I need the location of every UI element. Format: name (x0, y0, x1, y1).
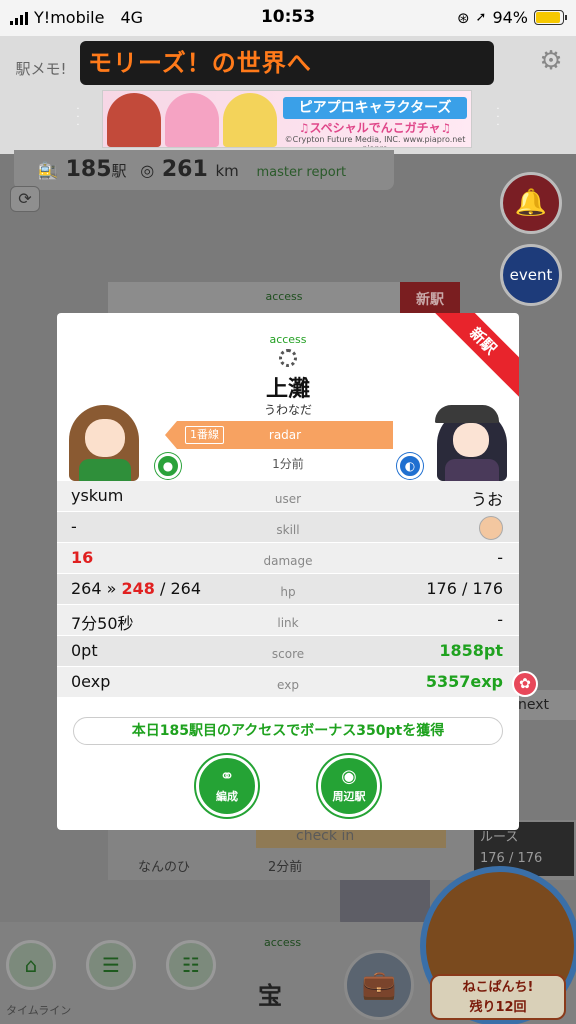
formation-button[interactable]: ⚭ 編成 (196, 755, 258, 817)
exp-right: 5357exp (425, 672, 503, 691)
table-row: - skill (57, 512, 519, 543)
skill-line-bar: 1番線 radar (165, 421, 393, 449)
home-icon[interactable]: ⌂ (6, 940, 56, 990)
nearby-stations-button[interactable]: ◉ 周辺駅 (318, 755, 380, 817)
event-button[interactable]: event (500, 244, 562, 306)
banner-subtitle: ♫スペシャルでんこガチャ♫ (298, 121, 452, 135)
refresh-icon[interactable]: ⟳ (10, 186, 40, 212)
station-name: 上灘 (265, 377, 310, 402)
news-ticker[interactable]: モリーズ！の世界へ (80, 41, 494, 85)
orientation-lock-icon: ⊛ (456, 8, 470, 27)
access-label: access (269, 333, 307, 346)
bg-time-ago: 2分前 (268, 860, 303, 875)
banner-characters (107, 93, 277, 147)
banner-prev-dots[interactable]: · · · (68, 105, 88, 136)
master-report-link[interactable]: master report (256, 165, 346, 180)
cat-punch-label[interactable]: ねこぱんち! 残り12回 (430, 974, 566, 1020)
bell-icon[interactable]: 🔔 (500, 172, 562, 234)
loading-icon (279, 349, 297, 367)
time-ago: 1分前 (272, 457, 304, 471)
banner-next-dots[interactable]: · · · (488, 105, 508, 136)
distance-unit: km (215, 162, 239, 180)
station-unit: 駅 (111, 162, 127, 180)
toolbox-icon[interactable]: 💼 (344, 950, 414, 1020)
train-icon: 🚉 (38, 161, 58, 180)
row-label: link (277, 616, 299, 630)
table-row: 0exp exp 5357exp (57, 667, 519, 698)
app-header: 駅メモ! モリーズ！の世界へ ⚙ · · · ピアプロキャラクターズ ♫スペシャルで… (0, 36, 576, 154)
stats-table: yskum user うお - skill 16 damage - 264 » … (57, 481, 519, 698)
cat-punch-title: ねこぱんち! (462, 980, 534, 995)
table-row: 16 damage - (57, 543, 519, 574)
station-count: 185 (65, 157, 112, 182)
formation-label: 編成 (216, 790, 238, 803)
station-summary[interactable]: 🚉 185駅 ◎ 261 km master report (14, 150, 394, 190)
damage-right: - (497, 548, 503, 567)
battery-percent: 94% (492, 8, 528, 27)
cat-punch-remaining: 残り12回 (469, 1000, 527, 1015)
bg-opponent-hp: 176 / 176 (480, 851, 543, 866)
bottom-access-label: access (264, 936, 302, 949)
bottom-station-name: 宝 (258, 982, 282, 1010)
timeline-label: タイムライン (6, 1004, 72, 1017)
nearby-stations-label: 周辺駅 (332, 790, 366, 803)
score-right: 1858pt (439, 641, 503, 660)
exp-bonus-badge-icon[interactable]: ✿ (512, 671, 538, 697)
train-list-icon[interactable]: ☷ (166, 940, 216, 990)
nearby-station-icon: ◉ (341, 766, 357, 787)
formation-icon: ⚭ (219, 766, 235, 787)
promo-banner[interactable]: ピアプロキャラクターズ ♫スペシャルでんこガチャ♫ ©Crypton Futur… (102, 90, 472, 148)
row-label: damage (263, 554, 313, 568)
list-icon[interactable]: ☰ (86, 940, 136, 990)
location-icon: ➚ (475, 10, 487, 25)
row-label: skill (276, 523, 300, 537)
distance-icon: ◎ (140, 161, 155, 180)
row-label: user (274, 492, 302, 506)
table-row: 7分50秒 link - (57, 605, 519, 636)
table-row: 0pt score 1858pt (57, 636, 519, 667)
skill-name: radar (268, 428, 302, 442)
battery-icon (534, 10, 567, 25)
link-right: - (497, 610, 503, 629)
table-row: 264 » 248 / 264 hp 176 / 176 (57, 574, 519, 605)
status-bar: Y!mobile 4G 10:53 ⊛ ➚ 94% (0, 0, 576, 36)
skill-character-icon[interactable] (479, 516, 503, 540)
access-result-modal: access 新駅 上灘 うわなだ ● 1番線 radar ◐ 1分前 ysku… (57, 313, 519, 830)
app-logo[interactable]: 駅メモ! (10, 46, 72, 92)
banner-copyright: ©Crypton Future Media, INC. www.piapro.n… (284, 135, 466, 147)
bg-user-name: なんのひ (138, 860, 191, 875)
gear-icon[interactable]: ⚙ (538, 48, 564, 74)
hp-right: 176 / 176 (426, 579, 503, 598)
bonus-message: 本日185駅目のアクセスでボーナス350ptを獲得 (73, 717, 503, 745)
table-row: yskum user うお (57, 481, 519, 512)
banner-title: ピアプロキャラクターズ (283, 97, 467, 119)
distance-value: 261 (161, 157, 208, 182)
user-right: うお (470, 490, 503, 509)
